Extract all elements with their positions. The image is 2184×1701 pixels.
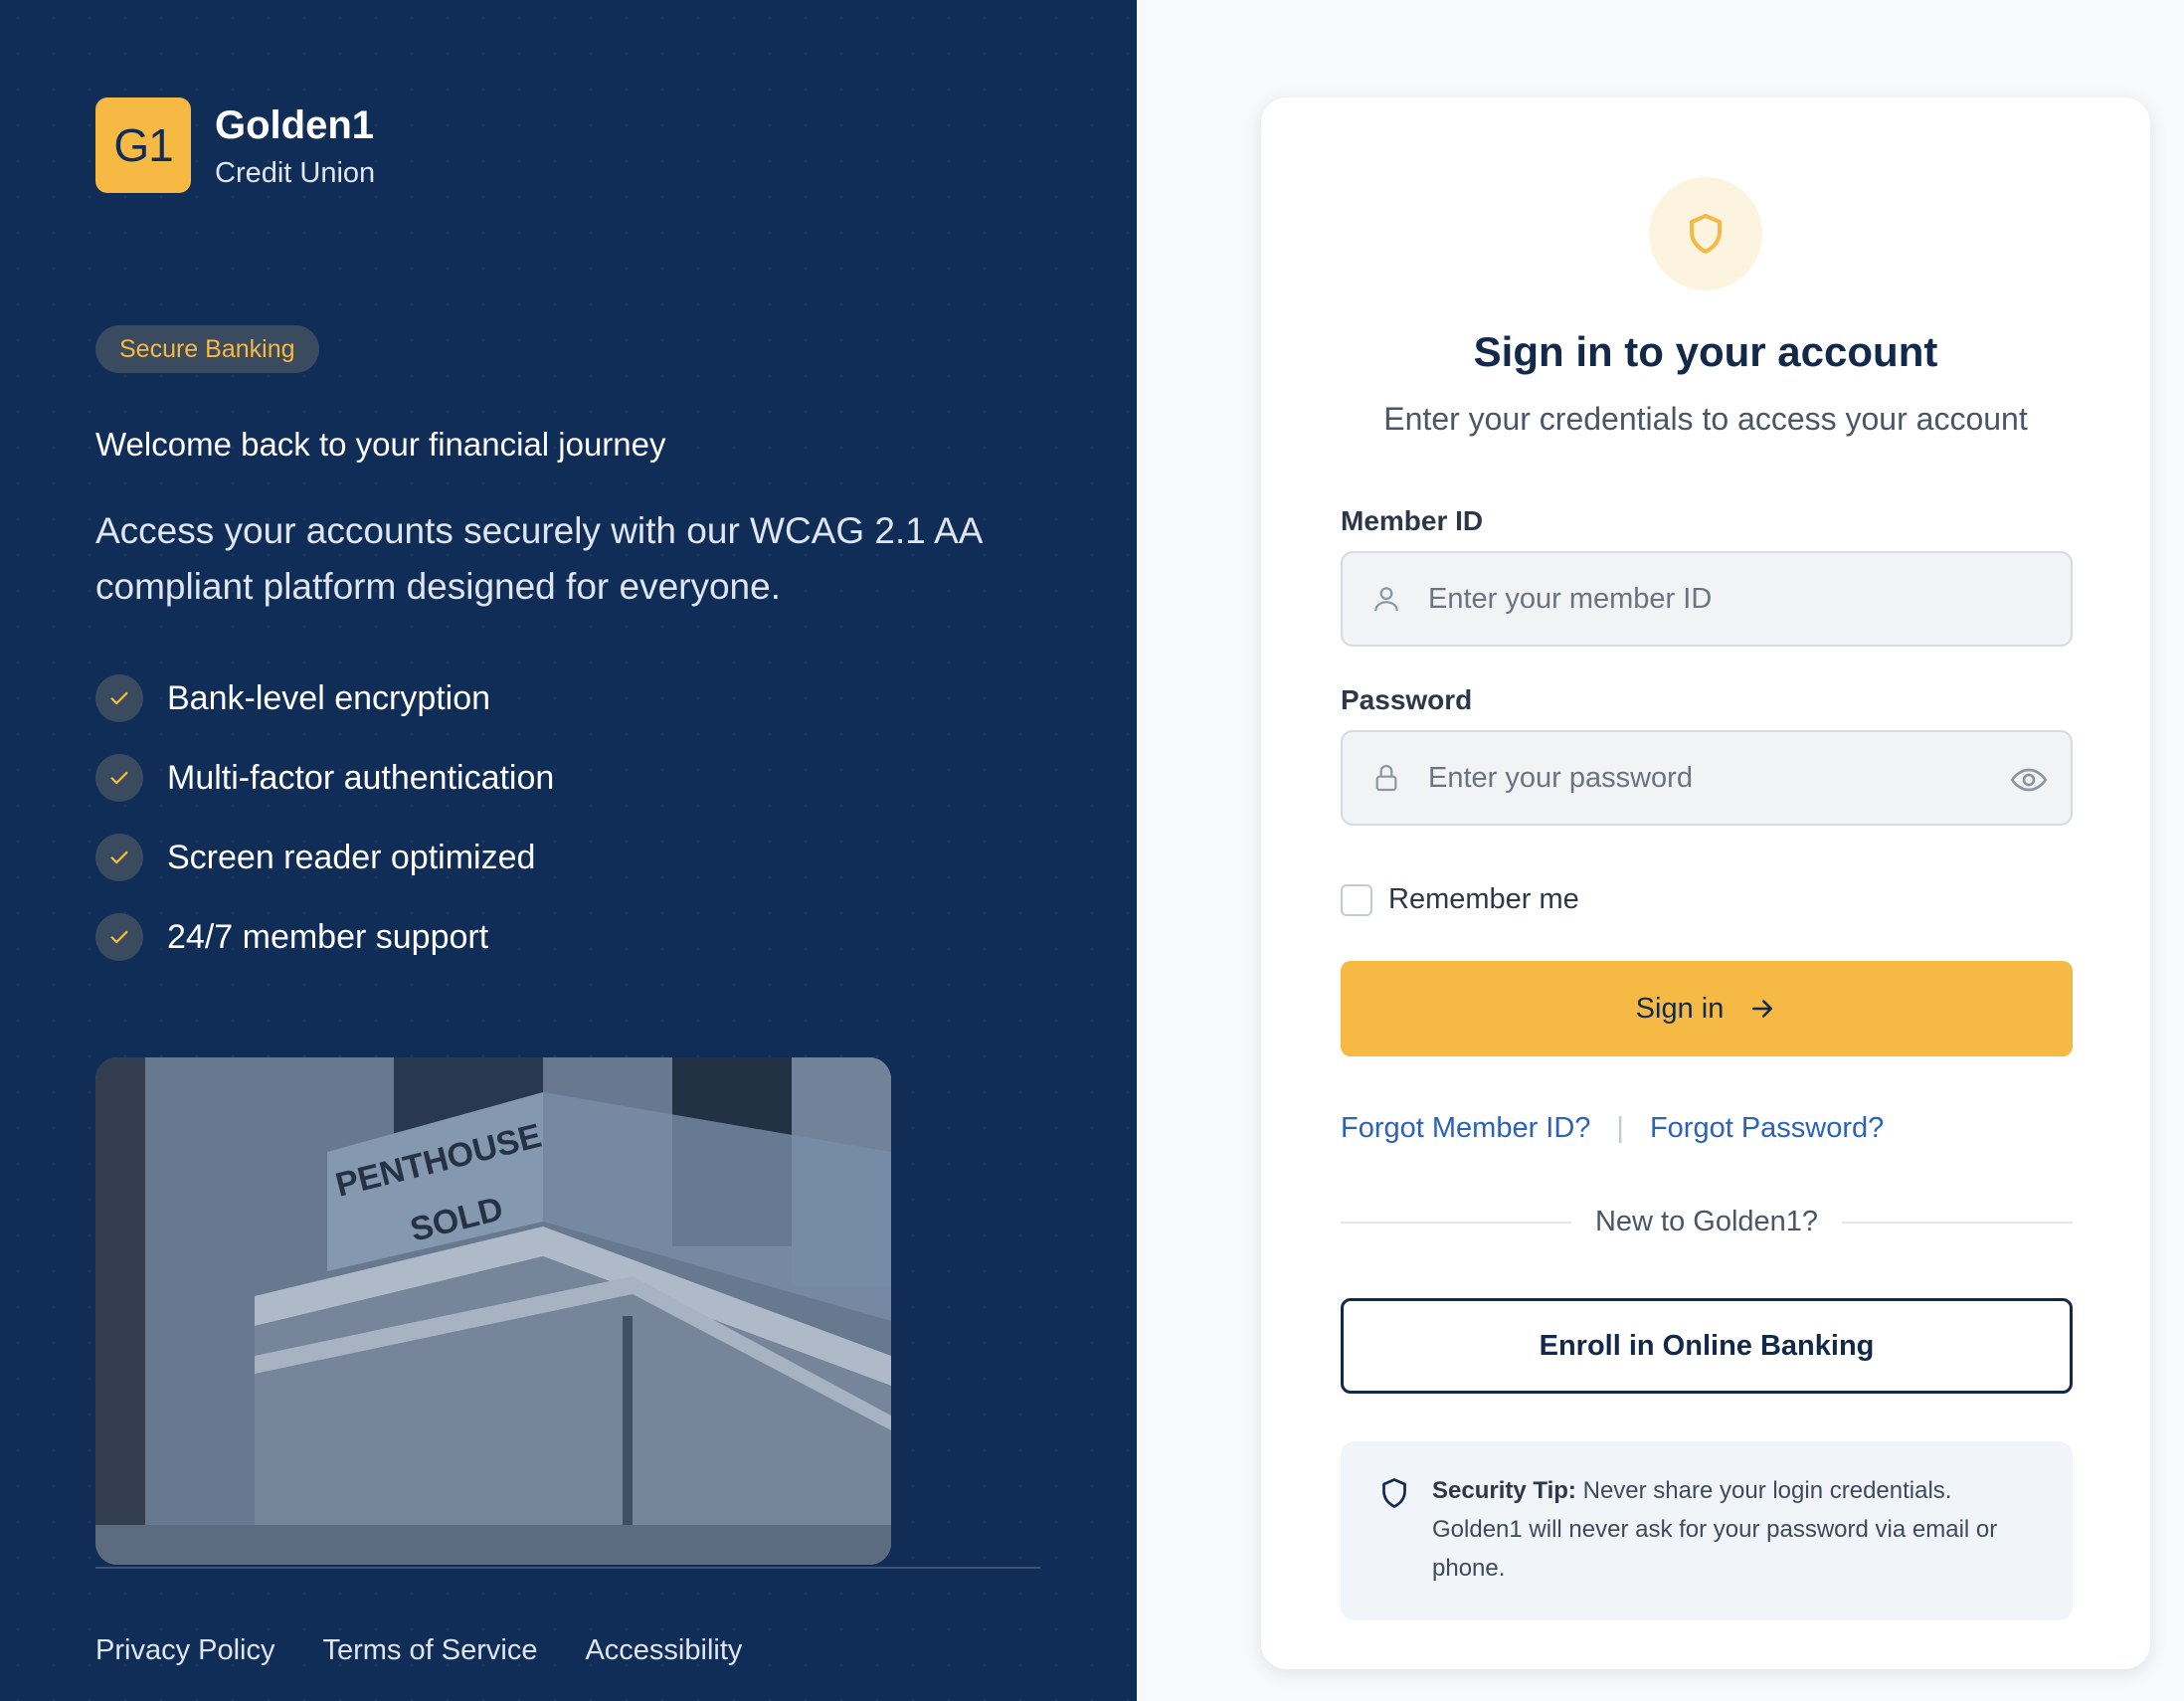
feature-item: Multi-factor authentication xyxy=(95,754,554,802)
building-illustration: PENTHOUSE SOLD xyxy=(95,1057,891,1565)
remember-me-checkbox[interactable] xyxy=(1341,883,1372,916)
security-tip: Security Tip: Never share your login cre… xyxy=(1341,1441,2073,1620)
divider-line xyxy=(1842,1221,2073,1224)
check-icon xyxy=(95,913,143,961)
lock-icon xyxy=(1366,758,1406,798)
brand-subtitle: Credit Union xyxy=(215,157,376,189)
feature-item: 24/7 member support xyxy=(95,913,554,961)
user-icon xyxy=(1366,579,1406,619)
brand-name: Golden1 xyxy=(215,103,375,147)
member-id-placeholder: Enter your member ID xyxy=(1428,582,1713,615)
member-id-field[interactable]: Enter your member ID xyxy=(1341,551,2073,647)
new-member-prompt: New to Golden1? xyxy=(1594,1206,1819,1237)
building-photo: PENTHOUSE SOLD xyxy=(95,1057,891,1565)
feature-label: Multi-factor authentication xyxy=(167,758,555,797)
password-field[interactable]: Enter your password xyxy=(1341,730,2073,826)
accessibility-link[interactable]: Accessibility xyxy=(585,1634,742,1667)
check-icon xyxy=(95,754,143,802)
password-placeholder: Enter your password xyxy=(1428,761,1693,794)
sign-in-button[interactable]: Sign in xyxy=(1341,961,2073,1056)
login-title: Sign in to your account xyxy=(1473,328,1938,375)
remember-me-label[interactable]: Remember me xyxy=(1388,883,1579,916)
feature-label: 24/7 member support xyxy=(167,917,489,956)
login-card: Sign in to your account Enter your crede… xyxy=(1261,97,2150,1669)
eye-icon[interactable] xyxy=(2009,760,2049,800)
enroll-button[interactable]: Enroll in Online Banking xyxy=(1341,1298,2073,1394)
feature-list: Bank-level encryption Multi-factor authe… xyxy=(95,674,554,993)
brand-panel: G1 Golden1 Credit Union Secure Banking W… xyxy=(0,0,1137,1701)
password-label: Password xyxy=(1341,684,1473,715)
check-icon xyxy=(95,834,143,881)
welcome-heading: Welcome back to your financial journey xyxy=(95,426,666,463)
check-icon xyxy=(95,674,143,722)
member-id-label: Member ID xyxy=(1341,505,1484,536)
divider-line xyxy=(1341,1221,1571,1224)
brand-logo: G1 xyxy=(95,97,191,193)
arrow-right-icon xyxy=(1752,1000,1773,1018)
security-tip-text: Security Tip: Never share your login cre… xyxy=(1432,1471,2029,1620)
forgot-member-id-link[interactable]: Forgot Member ID? xyxy=(1341,1112,1590,1145)
forgot-links: Forgot Member ID? | Forgot Password? xyxy=(1341,1112,1884,1145)
remember-me[interactable]: Remember me xyxy=(1341,883,1579,916)
footer-divider xyxy=(95,1567,1040,1569)
new-member-divider: New to Golden1? xyxy=(1341,1206,2073,1238)
feature-label: Screen reader optimized xyxy=(167,838,536,876)
login-subtitle: Enter your credentials to access your ac… xyxy=(1383,401,2028,437)
terms-of-service-link[interactable]: Terms of Service xyxy=(323,1634,538,1667)
secure-banking-badge: Secure Banking xyxy=(95,325,319,373)
security-tip-heading: Security Tip: xyxy=(1432,1477,1576,1504)
hero-description: Access your accounts securely with our W… xyxy=(95,510,982,607)
feature-label: Bank-level encryption xyxy=(167,678,491,717)
forgot-password-link[interactable]: Forgot Password? xyxy=(1650,1112,1884,1145)
feature-item: Screen reader optimized xyxy=(95,834,554,881)
link-separator: | xyxy=(1616,1112,1624,1144)
feature-item: Bank-level encryption xyxy=(95,674,554,722)
shield-icon xyxy=(1649,177,1762,290)
shield-icon xyxy=(1376,1475,1412,1511)
sign-in-label: Sign in xyxy=(1635,992,1725,1025)
privacy-policy-link[interactable]: Privacy Policy xyxy=(95,1634,275,1667)
footer-links: Privacy Policy Terms of Service Accessib… xyxy=(95,1634,742,1667)
